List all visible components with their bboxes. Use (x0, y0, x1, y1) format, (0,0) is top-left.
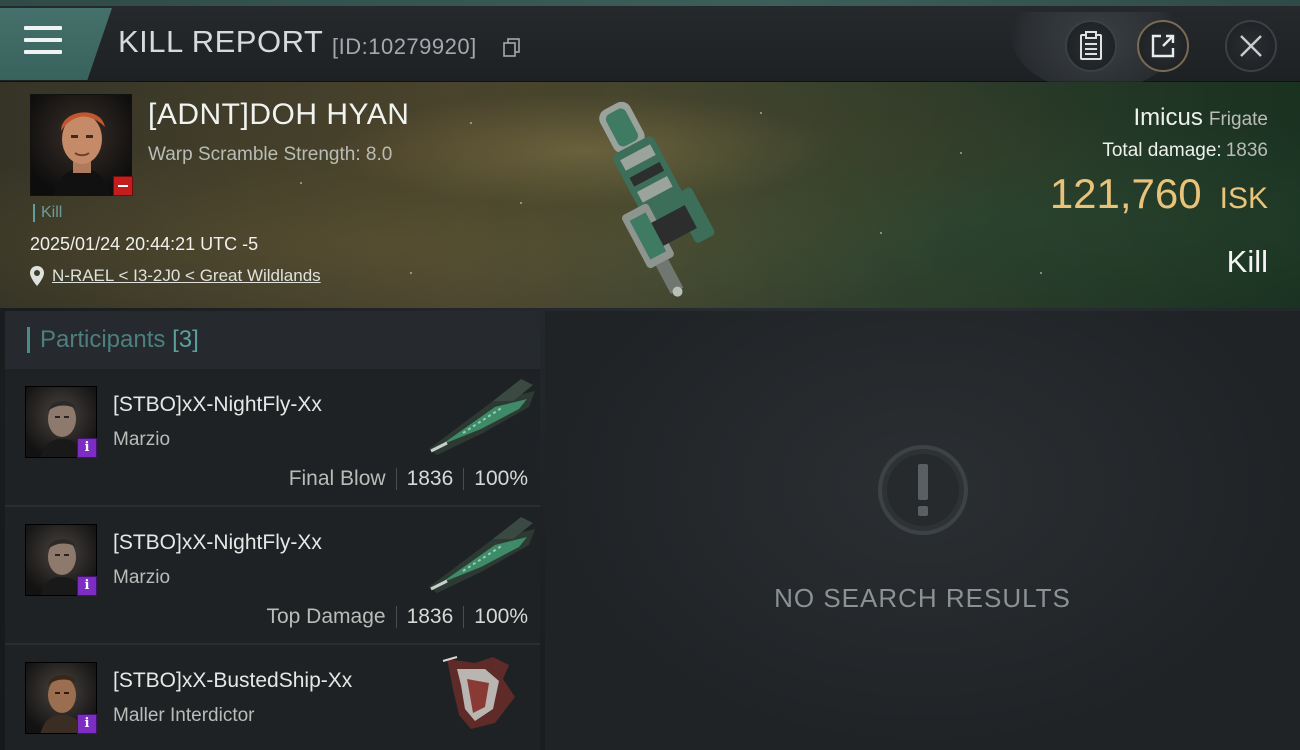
stats-divider (463, 468, 465, 490)
share-icon (1151, 34, 1175, 58)
close-button[interactable] (1225, 20, 1277, 72)
no-results-message: NO SEARCH RESULTS (774, 583, 1071, 613)
info-badge-icon[interactable]: i (77, 438, 97, 458)
total-damage-value: 1836 (1225, 140, 1268, 161)
participant-ship: Marzio (113, 429, 171, 450)
location-pin-icon (30, 266, 44, 286)
participant-row[interactable]: i [STBO]xX-NightFly-Xx Marzio Top Damage… (5, 509, 540, 645)
participant-ship-image (423, 515, 539, 595)
victim-banner: [ADNT]DOH HYAN Warp Scramble Strength: 8… (0, 82, 1300, 308)
participant-ship: Marzio (113, 567, 171, 588)
participants-count: [3] (172, 326, 199, 353)
clipboard-icon (1080, 31, 1102, 60)
results-area: NO SEARCH RESULTS (545, 311, 1300, 750)
participant-damage: 1836 (406, 467, 454, 490)
location-text[interactable]: N-RAEL < I3-2J0 < Great Wildlands (52, 266, 321, 286)
isk-value-line: 121,760 ISK (1050, 170, 1268, 218)
page-title: KILL REPORT (118, 24, 324, 59)
victim-ship-line[interactable]: Imicus Frigate (1134, 104, 1268, 132)
hostile-status-badge (113, 176, 133, 196)
close-icon (1240, 35, 1262, 57)
participant-ship: Maller Interdictor (113, 705, 255, 726)
participant-ship-image (423, 377, 539, 457)
info-badge-icon[interactable]: i (77, 576, 97, 596)
isk-value: 121,760 (1049, 170, 1202, 217)
participant-percent: 100% (474, 605, 528, 628)
kill-report-screen: KILL REPORT [ID:10279920] [ADNT]DOH HYAN… (0, 0, 1300, 750)
participant-ship-image (423, 653, 539, 733)
warp-scramble-strength: Warp Scramble Strength: 8.0 (148, 144, 393, 165)
participants-panel: Participants [3] i [STBO]xX-NightFly-Xx … (5, 311, 540, 750)
kill-location-link[interactable]: N-RAEL < I3-2J0 < Great Wildlands (30, 266, 321, 286)
victim-ship-class: Frigate (1208, 109, 1268, 130)
victim-ship-name[interactable]: Imicus (1134, 104, 1203, 131)
header-accent-bar (27, 327, 30, 353)
exclamation-icon (877, 444, 969, 536)
participant-label: Final Blow (288, 467, 386, 490)
participants-header: Participants [3] (5, 311, 540, 369)
kill-tag: Kill (33, 204, 62, 222)
kill-timestamp: 2025/01/24 20:44:21 UTC -5 (30, 234, 259, 254)
participant-stats: Final Blow 1836 100% (289, 467, 528, 491)
share-button[interactable] (1137, 20, 1189, 72)
participant-percent: 100% (474, 467, 528, 490)
kill-result: Kill (1226, 244, 1268, 279)
participant-name[interactable]: [STBO]xX-NightFly-Xx (113, 393, 322, 417)
stats-divider (463, 606, 465, 628)
report-id: [ID:10279920] (332, 34, 477, 59)
participants-title: Participants [3] (40, 326, 199, 354)
info-badge-icon[interactable]: i (77, 714, 97, 734)
total-damage-label: Total damage: (1102, 140, 1222, 161)
menu-icon[interactable] (24, 24, 62, 56)
participant-name[interactable]: [STBO]xX-BustedShip-Xx (113, 669, 352, 693)
participant-row[interactable]: i [STBO]xX-NightFly-Xx Marzio Final Blow… (5, 371, 540, 507)
participant-row[interactable]: i [STBO]xX-BustedShip-Xx Maller Interdic… (5, 647, 540, 750)
stats-divider (395, 468, 397, 490)
participant-stats: Top Damage 1836 100% (266, 605, 528, 629)
victim-ship-image[interactable] (565, 86, 745, 306)
total-damage-line: Total damage: 1836 (1102, 140, 1268, 162)
participants-title-text: Participants (40, 326, 166, 353)
participant-damage: 1836 (406, 605, 454, 628)
participant-label: Top Damage (266, 605, 386, 628)
stats-divider (395, 606, 397, 628)
participant-name[interactable]: [STBO]xX-NightFly-Xx (113, 531, 322, 555)
header-bar: KILL REPORT [ID:10279920] (0, 6, 1300, 88)
victim-name[interactable]: [ADNT]DOH HYAN (148, 98, 409, 132)
isk-unit: ISK (1219, 182, 1268, 215)
copy-icon[interactable] (503, 38, 521, 58)
clipboard-button[interactable] (1065, 20, 1117, 72)
